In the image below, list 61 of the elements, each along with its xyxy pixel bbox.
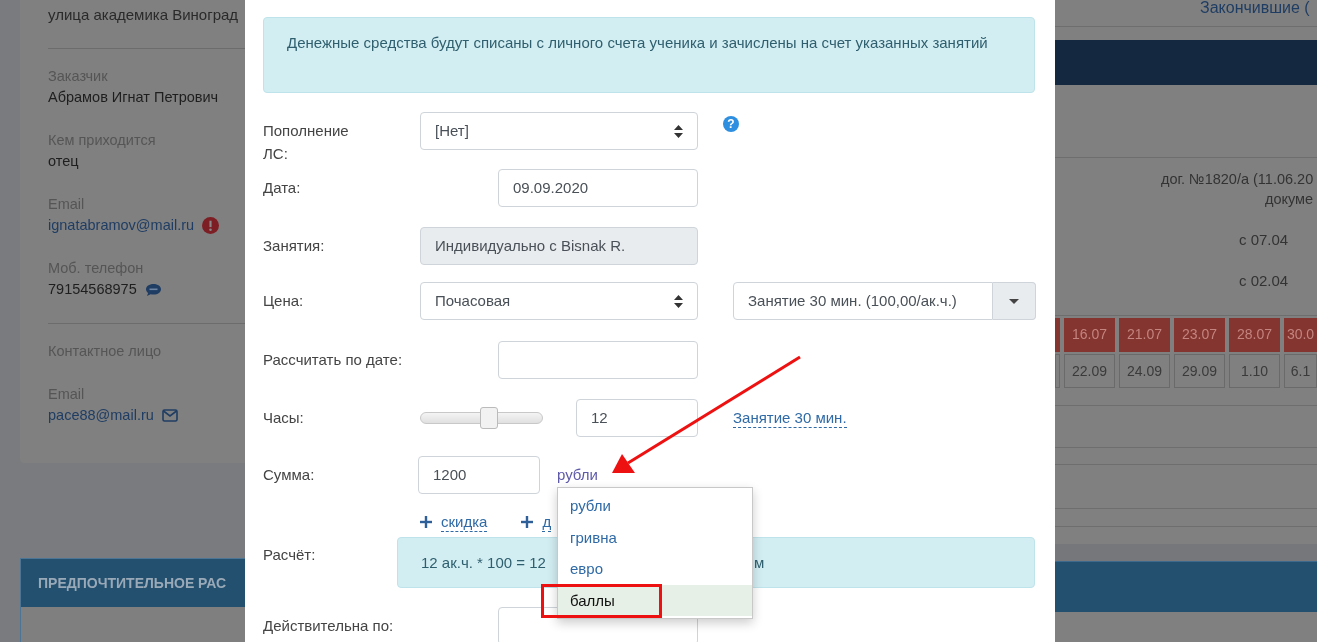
menu-item[interactable]: евро [558,553,752,585]
warning-icon [202,217,220,234]
dropdown-button[interactable] [993,282,1036,320]
calculation-text: 12 ак.ч. * 100 = 12 [421,554,546,571]
date-cell [1055,354,1060,388]
lesson-link[interactable]: Занятие 30 мин. [733,408,847,428]
menu-item[interactable]: баллы [558,584,752,616]
field-label: Занятия: [263,236,326,256]
date-cell: 22.09 [1064,354,1115,388]
sort-arrows-icon [674,294,683,308]
date-cell: 1.10 [1229,354,1280,388]
currency-link[interactable]: рубли [557,465,598,484]
date-cell: 23.07 [1174,318,1225,352]
lesson-field: Индивидуально с Bisnak R. [420,227,698,265]
field-label: Расчёт: [263,545,317,565]
contract-text: дог. №1820/а (11.06.20 [1160,170,1315,189]
sort-arrows-icon [674,124,683,138]
select-field[interactable]: [Нет] [420,112,698,150]
date-cell: 28.07 [1229,318,1280,352]
field-value: 79154568975 [48,280,137,299]
field-label: Цена: [263,291,305,311]
date-cell [1055,318,1060,352]
field-label: Дата: [263,178,302,198]
field-label: Действительна по: [263,616,395,636]
field-value: Абрамов Игнат Петрович [48,88,219,107]
field-label: Часы: [263,408,305,428]
slider-track[interactable] [420,407,543,429]
field-value: отец [48,152,79,171]
date-field[interactable]: 09.09.2020 [498,169,698,207]
field-label: Сумма: [263,465,316,485]
help-icon[interactable]: ? [723,116,739,132]
date-field[interactable] [498,341,698,379]
menu-item[interactable]: гривна [558,521,752,553]
date-cell: 21.07 [1119,318,1170,352]
date-cell: 6.1 [1284,354,1317,388]
info-message: Денежные средства будут списаны с личного счета ученика и зачислены на счет указанных занятий [263,17,1035,93]
caret-icon [1009,298,1019,304]
plus-icon[interactable] [420,516,432,528]
address-value: улица академика Виноград [48,5,240,25]
chat-bubble-icon [144,282,162,297]
start-date: с 02.04 [1238,271,1290,291]
calculation-text: м [754,554,765,571]
add-link[interactable]: скидка [441,512,488,532]
document-text: докуме [1264,190,1315,209]
price-select[interactable]: Почасовая [420,282,698,320]
add-link[interactable]: д [542,512,552,532]
slider-thumb[interactable] [479,407,498,429]
date-cell: 30.0 [1284,318,1317,352]
envelope-icon[interactable] [161,409,178,422]
hours-field[interactable]: 12 [576,399,698,437]
start-date: с 07.04 [1238,230,1290,250]
date-cell: 29.09 [1174,354,1225,388]
plus-icon[interactable] [521,516,534,528]
date-cell: 24.09 [1119,354,1170,388]
section-title: ПРЕДПОЧТИТЕЛЬНОЕ РАС [21,559,245,607]
field-label: Пополнение ЛС: [263,121,350,164]
menu-item[interactable]: рубли [558,490,752,522]
tariff-field[interactable]: Занятие 30 мин. (100,00/ак.ч.) [733,282,993,320]
date-cell: 16.07 [1064,318,1115,352]
field-label: Рассчитать по дате: [263,350,404,370]
amount-field[interactable]: 1200 [418,456,540,494]
